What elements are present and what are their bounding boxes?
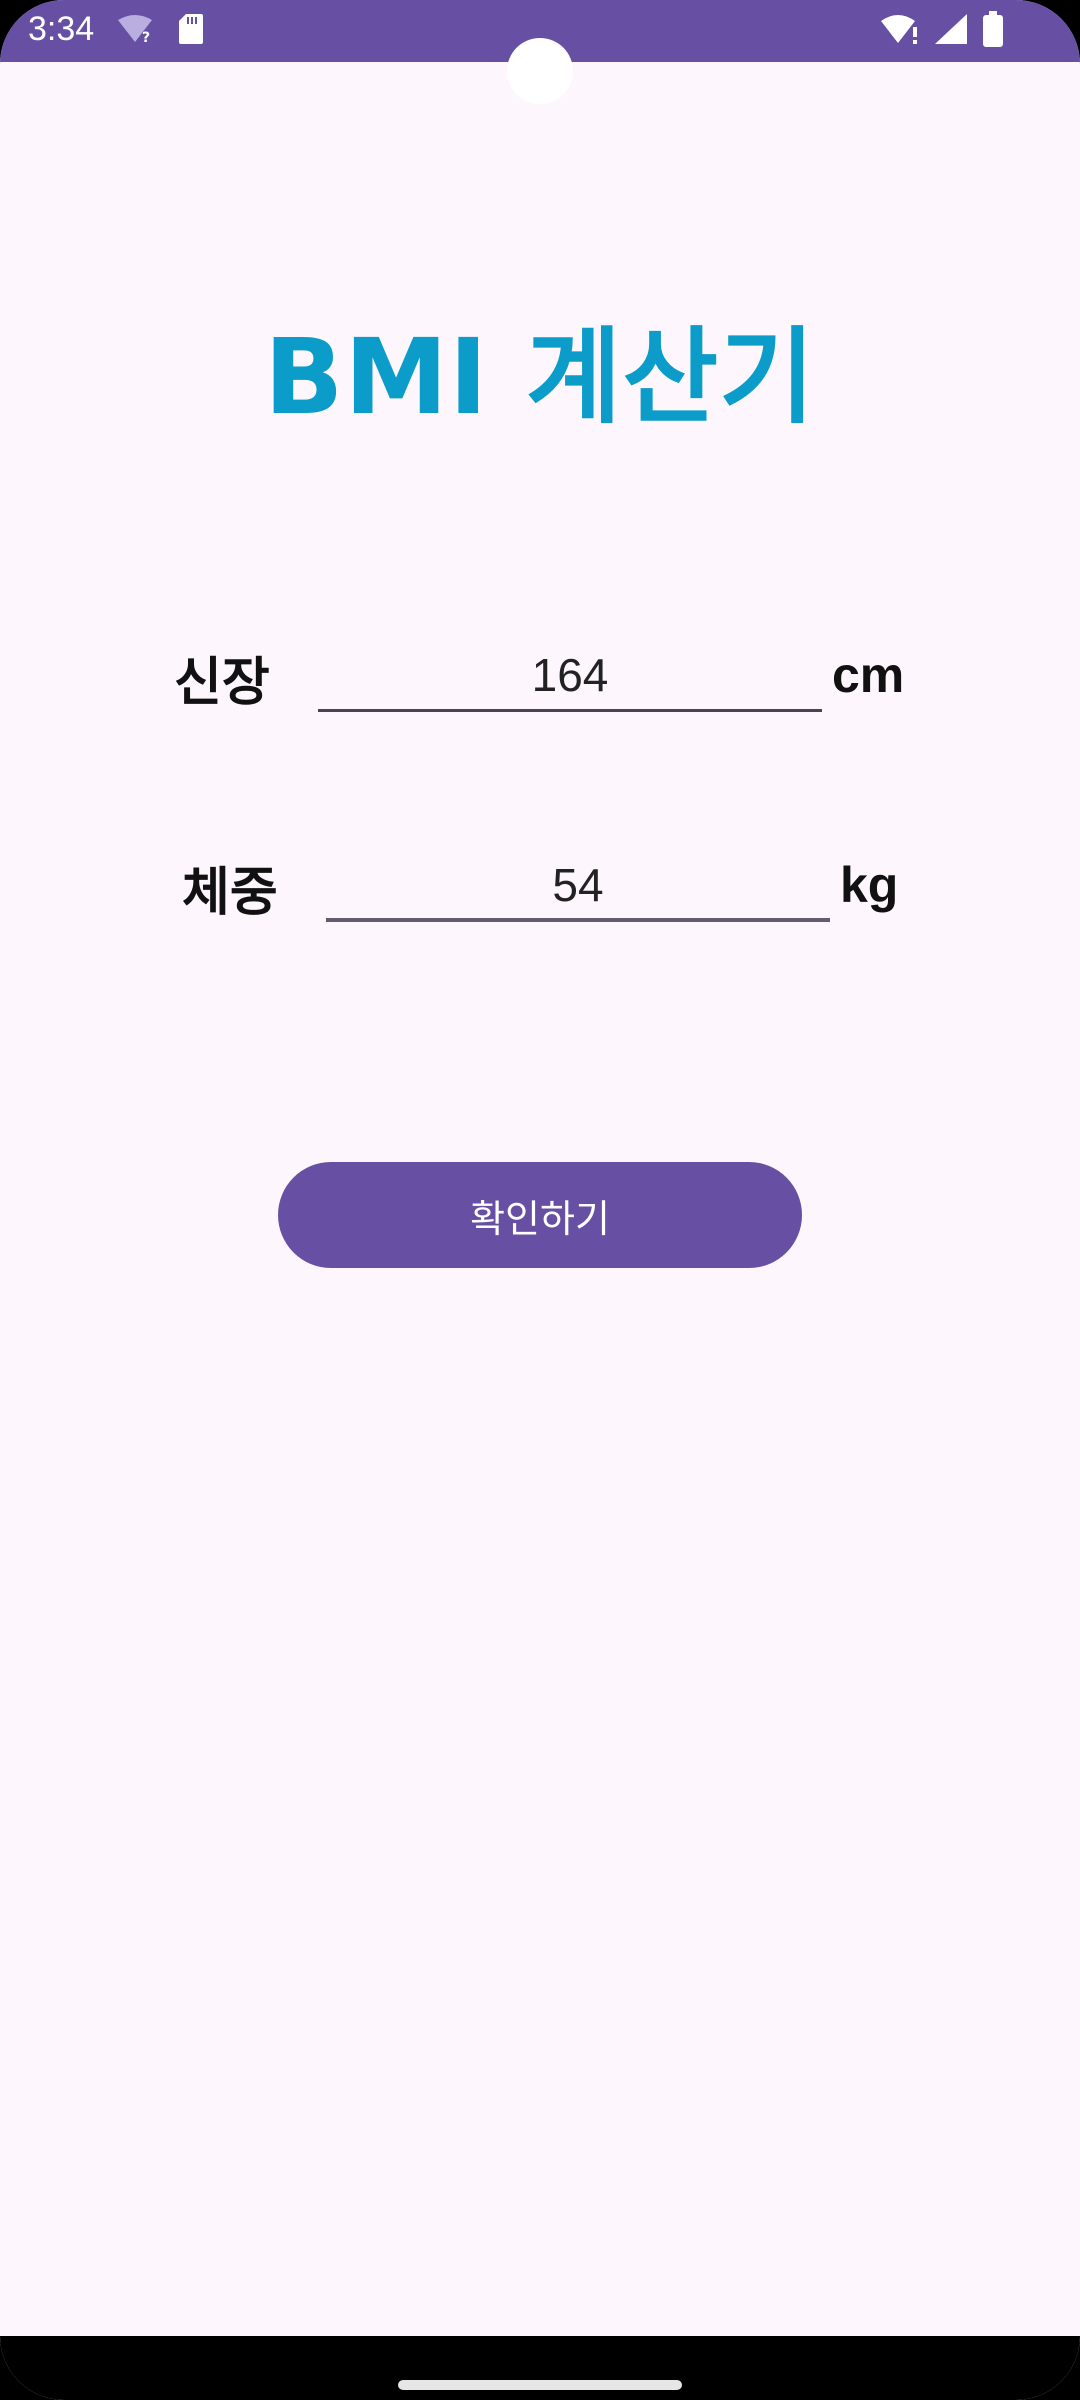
signal-icon [934,13,968,49]
status-time: 3:34 [28,10,95,48]
svg-text:?: ? [142,30,150,44]
battery-icon [982,11,1004,51]
app-screen: 3:34 ? BMI 계산기 신장 164 cm 체중 54 kg 확인하기 [0,0,1080,2400]
status-right-icons [880,11,1004,51]
height-input-underline [318,709,822,712]
weight-unit: kg [840,857,899,913]
wifi-unknown-icon: ? [116,14,154,48]
confirm-button[interactable]: 확인하기 [278,1162,802,1268]
weight-input[interactable]: 54 [326,850,830,920]
weight-input-underline [326,918,830,922]
navigation-bar [0,2336,1080,2400]
height-label: 신장 [174,653,270,713]
status-left-icons: ? [116,14,204,48]
confirm-button-label: 확인하기 [470,1196,610,1241]
sd-card-icon [178,13,204,49]
height-input[interactable]: 164 [318,640,822,710]
camera-cutout [507,38,573,104]
height-unit: cm [832,647,905,703]
home-handle[interactable] [398,2380,682,2390]
weight-label: 체중 [182,863,278,923]
page-title: BMI 계산기 [264,316,816,438]
wifi-alert-icon [880,13,920,49]
